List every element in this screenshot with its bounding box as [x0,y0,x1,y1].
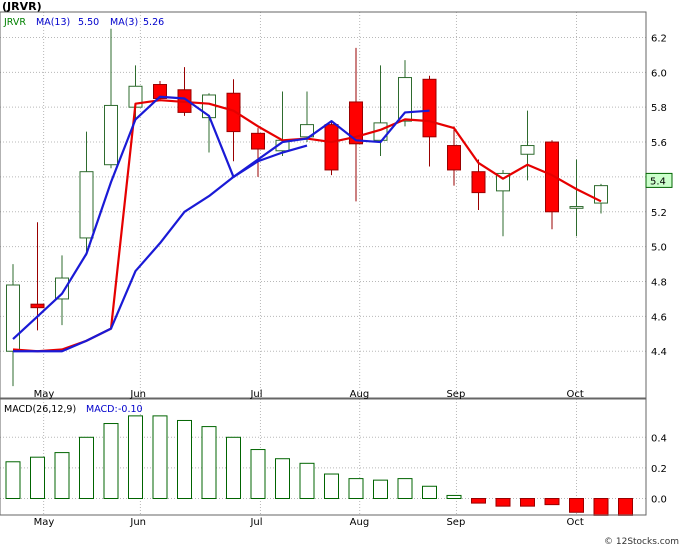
stock-chart: 4.44.64.85.05.25.45.65.86.06.2 5.4 (JRVR… [0,0,680,546]
macd-tick-label: 0.4 [651,433,667,444]
candle-up [202,94,216,119]
candle-down [471,171,486,194]
macd-bar-positive [299,462,315,499]
candle-down [30,303,45,309]
candle-up [520,145,535,155]
candle-up [79,171,94,239]
price-tick-label: 4.4 [651,347,667,358]
candle-up [55,277,69,300]
macd-bar-positive [5,461,21,499]
x-tick-label: Jun [129,517,146,528]
macd-bar-positive [348,478,364,499]
macd-bar-positive [177,419,192,499]
macd-tick-label: 0.0 [651,495,667,506]
watermark: © 12Stocks.com [604,537,679,546]
macd-bar-positive [446,494,462,500]
macd-bar-positive [397,478,413,499]
x-tick-label: Oct [567,389,584,400]
x-tick-label: May [34,517,55,528]
last-price-box: 5.4 [645,172,673,188]
macd-bar-positive [54,452,70,500]
legend-ma13-label: MA(13) [36,17,70,28]
candle-down [422,78,437,138]
last-price-value: 5.4 [650,176,666,187]
macd-bar-positive [79,436,94,499]
macd-bar-positive [275,458,290,499]
price-tick-label: 6.0 [651,68,667,79]
macd-bar-positive [128,415,143,500]
macd-bar-positive [373,479,388,500]
candle-up [569,206,584,209]
macd-bar-negative [544,498,560,506]
x-tick-label: Sep [446,517,465,528]
macd-bar-negative [569,498,584,513]
price-tick-label: 6.2 [651,33,667,44]
legend-symbol: JRVR [3,17,26,28]
price-tick-label: 4.6 [651,312,667,323]
x-tick-label: Aug [350,517,370,528]
macd-bar-negative [520,498,535,507]
price-tick-label: 5.2 [651,208,667,219]
candle-down [251,132,265,150]
legend-ma3-label: MA(3) [110,17,138,28]
macd-bar-positive [103,423,119,499]
macd-bar-positive [152,415,168,500]
legend-ma3-value: 5.26 [143,17,164,28]
macd-bar-positive [201,426,217,499]
candle-up [398,77,412,122]
candle-down [447,145,461,171]
macd-bar-positive [422,485,437,500]
price-tick-label: 5.8 [651,103,667,114]
x-tick-label: May [34,389,55,400]
macd-tick-label: 0.2 [651,464,667,475]
price-tick-label: 5.6 [651,138,667,149]
x-tick-label: Jul [249,389,262,400]
candle-up [104,104,118,166]
macd-bar-negative [618,498,633,516]
x-tick-label: Aug [350,389,370,400]
macd-legend-value-label: MACD: [86,404,118,415]
x-tick-label: Jul [249,517,262,528]
x-tick-label: Jun [129,389,146,400]
macd-bar-positive [250,449,266,500]
macd-legend-value: -0.10 [118,404,143,415]
candle-up [6,284,20,352]
macd-bar-positive [226,436,241,499]
macd-bar-positive [324,473,339,499]
legend-ma13-value: 5.50 [78,17,99,28]
macd-bar-negative [471,498,486,504]
macd-y-axis-ticks: 0.0 0.2 0.4 [651,433,667,505]
macd-bar-negative [495,498,511,507]
macd-bar-positive [30,456,45,500]
x-tick-label: Oct [567,517,584,528]
candle-down [324,124,339,171]
price-tick-label: 4.8 [651,278,667,289]
chart-title: (JRVR) [2,0,42,13]
x-tick-label: Sep [446,389,465,400]
macd-legend-label: MACD(26,12,9) [4,404,76,415]
macd-bar-negative [593,498,609,516]
chart-background [0,0,680,546]
price-tick-label: 5.0 [651,243,667,254]
